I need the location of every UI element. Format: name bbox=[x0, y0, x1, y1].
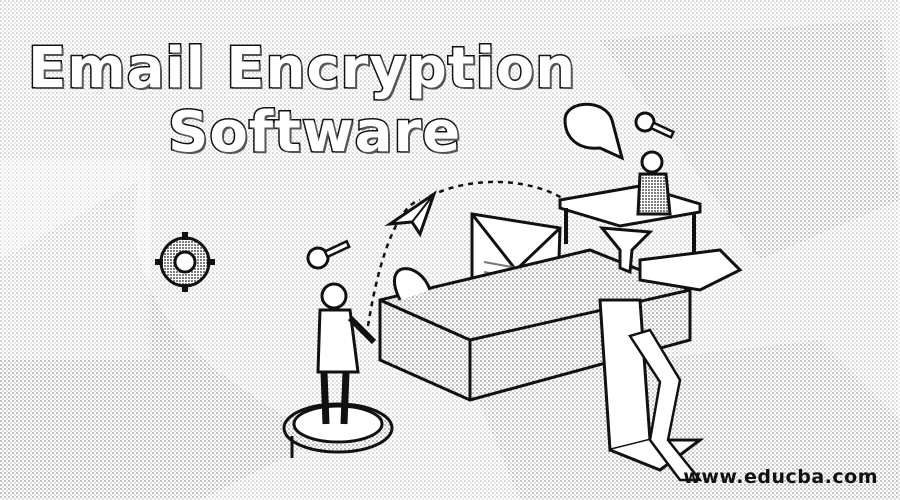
banner-image: Email Encryption Software www.educba.com bbox=[0, 0, 900, 500]
watermark: www.educba.com bbox=[683, 466, 878, 488]
title-line-1: Email Encryption bbox=[26, 35, 577, 103]
title-line-2: Software bbox=[166, 99, 462, 167]
